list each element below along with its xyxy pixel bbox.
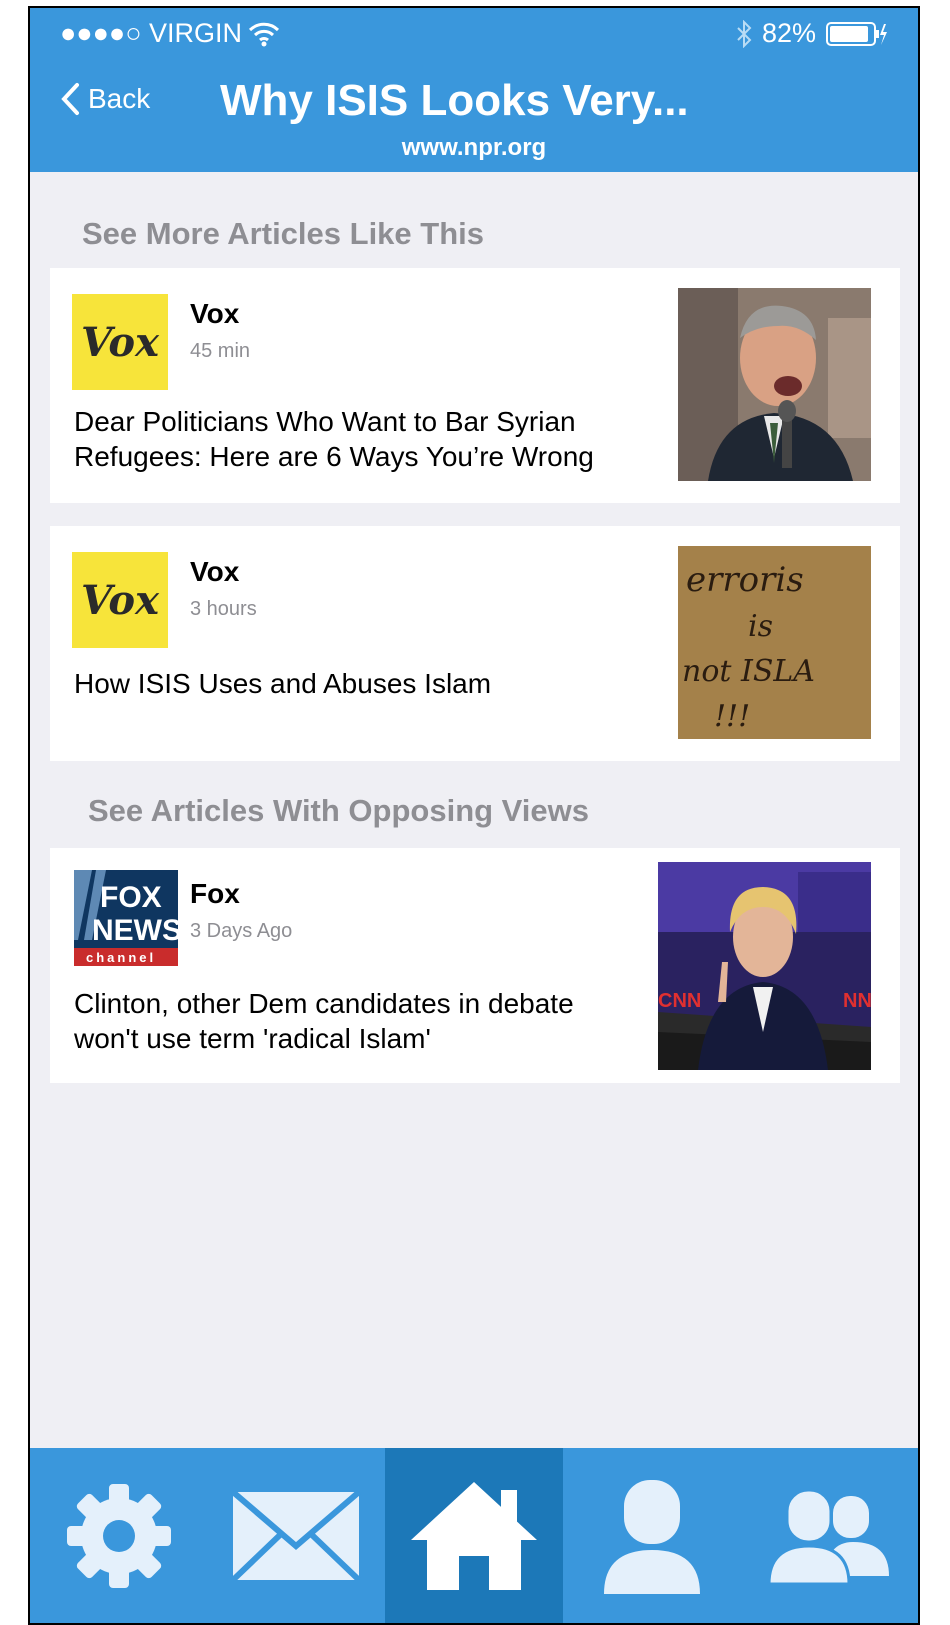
protest-sign-photo: erroris is not ISLA !!! [678, 546, 871, 739]
tab-bar [30, 1448, 918, 1623]
page-subtitle: www.npr.org [401, 134, 547, 161]
tab-settings[interactable] [30, 1448, 208, 1623]
navigation-bar: Back Why ISIS Looks Very... www.npr.org [30, 60, 918, 172]
article-time: 45 min [190, 340, 251, 362]
article-time: 3 hours [190, 598, 257, 620]
tab-messages[interactable] [208, 1448, 386, 1623]
svg-text:NN: NN [843, 990, 871, 1012]
tab-contacts[interactable] [740, 1448, 918, 1623]
status-bar: ●●●●○ VIRGIN 82% [30, 8, 918, 60]
tab-profile[interactable] [563, 1448, 741, 1623]
carrier-label: ●●●●○ VIRGIN [60, 18, 243, 48]
status-right: 82% [736, 18, 888, 49]
debate-photo: CNN NN [658, 862, 871, 1070]
headline-line: How ISIS Uses and Abuses Islam [74, 668, 492, 699]
home-icon [410, 1481, 537, 1590]
battery-icon [826, 21, 887, 46]
fox-news-logo: FOX NEWS channel [74, 870, 182, 966]
article-card[interactable]: Vox Vox 3 hours How ISIS Uses and Abuses… [50, 526, 900, 761]
politician-photo [678, 288, 871, 481]
gear-icon [66, 1483, 171, 1588]
article-headline: Clinton, other Dem candidates in debate … [74, 986, 574, 1056]
article-time: 3 Days Ago [190, 920, 293, 942]
headline-line: won't use term 'radical Islam' [74, 1023, 431, 1054]
cnn-text: CNN [658, 990, 701, 1012]
vox-logo: Vox [72, 552, 168, 648]
headline-line: Clinton, other Dem candidates in debate [74, 988, 574, 1019]
article-card[interactable]: Vox Vox 45 min Dear Politicians Who Want… [50, 268, 900, 503]
back-label: Back [88, 83, 151, 114]
svg-text:is: is [748, 609, 773, 644]
battery-percent: 82% [761, 18, 816, 48]
article-headline: Dear Politicians Who Want to Bar Syrian … [74, 404, 594, 474]
article-headline: How ISIS Uses and Abuses Islam [74, 666, 491, 701]
article-source: Vox [190, 298, 240, 329]
article-card[interactable]: FOX NEWS channel Fox 3 Days Ago Clinton,… [50, 848, 900, 1083]
chevron-left-icon [61, 83, 79, 115]
logo-text: FOX [100, 881, 162, 914]
article-source: Fox [190, 878, 240, 909]
headline-line: Refugees: Here are 6 Ways You’re Wrong [74, 441, 594, 472]
vox-logo: Vox [72, 294, 168, 390]
article-thumbnail[interactable] [678, 288, 871, 481]
section-header-similar: See More Articles Like This [82, 216, 485, 251]
bluetooth-icon [737, 19, 752, 48]
phone-screen: ●●●●○ VIRGIN 82% Back Why ISIS Looks Ver… [28, 6, 920, 1625]
back-button[interactable]: Back [60, 82, 150, 116]
wifi-icon [249, 22, 280, 46]
mail-icon [231, 1489, 362, 1582]
page-title: Why ISIS Looks Very... [220, 76, 689, 125]
tab-home[interactable] [385, 1448, 563, 1623]
headline-line: Dear Politicians Who Want to Bar Syrian [74, 406, 576, 437]
person-icon [603, 1479, 700, 1594]
article-thumbnail[interactable]: erroris is not ISLA !!! [678, 546, 871, 739]
article-thumbnail[interactable]: CNN NN [658, 862, 871, 1070]
sign-text: erroris [686, 560, 804, 600]
section-header-opposing: See Articles With Opposing Views [88, 793, 590, 828]
group-icon [767, 1488, 890, 1585]
status-left: ●●●●○ VIRGIN [60, 18, 280, 49]
fox-news-logo-graphic: FOX NEWS channel [74, 870, 182, 966]
svg-text:!!!: !!! [714, 699, 750, 734]
article-source: Vox [190, 556, 240, 587]
svg-text:not ISLA: not ISLA [682, 654, 815, 689]
svg-text:channel: channel [86, 950, 156, 965]
svg-text:NEWS: NEWS [92, 914, 178, 947]
